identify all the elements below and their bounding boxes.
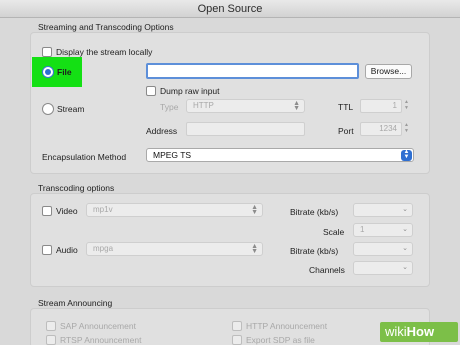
select-arrows-icon: ▲ ▼ [293,100,300,112]
type-select[interactable]: HTTP ▲ ▼ [186,99,305,113]
rtsp-checkbox[interactable] [46,335,56,345]
audio-codec-value: mpga [93,244,114,253]
address-input[interactable] [186,122,305,136]
http-checkbox[interactable] [232,321,242,331]
title-bar: Open Source [0,0,460,18]
file-path-input[interactable] [146,63,359,79]
channels-label: Channels [309,265,345,275]
type-label: Type [160,102,179,112]
select-arrows-icon: ▲ ▼ [251,204,258,216]
scale-value: 1 [360,225,365,234]
ttl-label: TTL [338,102,354,112]
select-arrows-icon: ▲ ▼ [251,243,258,255]
port-stepper-icon[interactable]: ▲ ▼ [402,122,411,136]
chevron-down-icon: ⌄ [402,206,408,213]
port-label: Port [338,126,354,136]
select-arrows-icon: ▲ ▼ [401,149,412,161]
address-label: Address [146,126,178,136]
stream-radio[interactable] [42,103,54,115]
stream-label: Stream [57,104,85,114]
file-radio[interactable] [42,66,54,78]
chevron-down-icon: ⌄ [402,264,408,271]
display-locally-checkbox[interactable] [42,47,52,57]
video-bitrate-select[interactable]: ⌄ [353,203,413,217]
encapsulation-label: Encapsulation Method [42,152,127,162]
video-checkbox[interactable] [42,206,52,216]
ttl-stepper-icon[interactable]: ▲ ▼ [402,99,411,113]
wikihow-watermark: wikiHow [380,322,458,342]
scale-label: Scale [323,227,345,237]
encapsulation-select[interactable]: MPEG TS ▲ ▼ [146,148,414,162]
video-codec-value: mp1v [93,205,113,214]
export-sdp-label: Export SDP as file [246,335,315,345]
display-locally-label: Display the stream locally [56,47,153,57]
dump-raw-label: Dump raw input [160,86,220,96]
http-label: HTTP Announcement [246,321,328,331]
encapsulation-value: MPEG TS [153,150,192,160]
type-value: HTTP [193,101,214,110]
chevron-down-icon: ⌄ [402,245,408,252]
chevron-down-icon: ⌄ [402,226,408,233]
audio-codec-select[interactable]: mpga ▲ ▼ [86,242,263,256]
ttl-input[interactable]: 1 [360,99,402,113]
streaming-section-title: Streaming and Transcoding Options [38,22,174,32]
export-sdp-checkbox[interactable] [232,335,242,345]
audio-label: Audio [56,245,78,255]
scale-select[interactable]: 1 ⌄ [353,223,413,237]
announcing-section-title: Stream Announcing [38,298,113,308]
sap-label: SAP Announcement [60,321,136,331]
browse-button[interactable]: Browse... [365,64,412,79]
channels-select[interactable]: ⌄ [353,261,413,275]
dump-raw-checkbox[interactable] [146,86,156,96]
rtsp-label: RTSP Announcement [60,335,142,345]
audio-bitrate-label: Bitrate (kb/s) [290,246,339,256]
transcoding-section-title: Transcoding options [38,183,115,193]
sap-checkbox[interactable] [46,321,56,331]
audio-bitrate-select[interactable]: ⌄ [353,242,413,256]
file-label: File [57,67,72,77]
video-bitrate-label: Bitrate (kb/s) [290,207,339,217]
port-input[interactable]: 1234 [360,122,402,136]
video-codec-select[interactable]: mp1v ▲ ▼ [86,203,263,217]
video-label: Video [56,206,78,216]
window-title: Open Source [197,3,263,15]
audio-checkbox[interactable] [42,245,52,255]
